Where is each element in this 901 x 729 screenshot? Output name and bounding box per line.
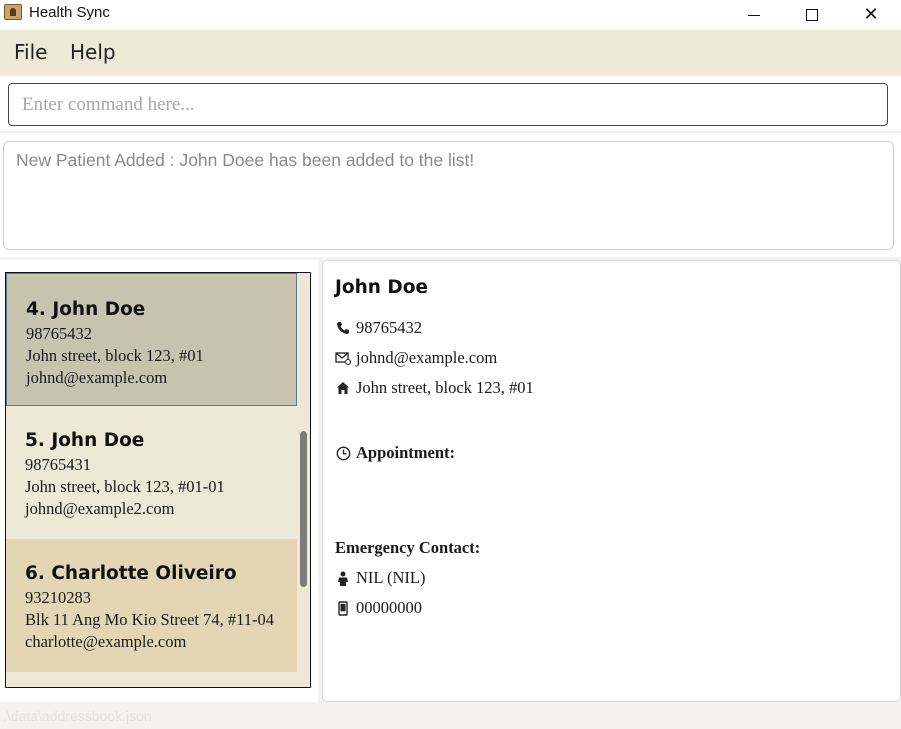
list-scrollbar[interactable]	[300, 431, 307, 587]
patient-card-email: johnd@example.com	[26, 368, 168, 387]
title-bar: Health Sync ✕	[0, 0, 901, 30]
detail-email: johnd@example.com	[356, 348, 498, 367]
patient-card-address: Blk 11 Ang Mo Kio Street 74, #11-04	[25, 610, 275, 629]
patient-card-address: John street, block 123, #01-01	[25, 477, 225, 496]
mobile-icon	[335, 600, 351, 616]
maximize-button[interactable]	[783, 0, 841, 30]
patient-list-panel: 4. John Doe 98765432 John street, block …	[0, 260, 318, 702]
minimize-icon	[748, 14, 760, 16]
patient-card-name: 5. John Doe	[25, 430, 145, 451]
patient-card[interactable]: 4. John Doe 98765432 John street, block …	[6, 273, 297, 406]
patient-card-email: johnd@example2.com	[25, 499, 175, 518]
email-icon	[335, 350, 351, 366]
patient-card[interactable]: 5. John Doe 98765431 John street, block …	[6, 406, 297, 539]
patient-list[interactable]: 4. John Doe 98765432 John street, block …	[5, 272, 311, 688]
detail-appointment-row: Appointment:	[335, 443, 455, 463]
window-title: Health Sync	[29, 4, 110, 21]
patient-card-name: 6. Charlotte Oliveiro	[25, 563, 237, 584]
app-icon	[4, 4, 22, 20]
detail-patient-name: John Doe	[335, 277, 428, 298]
phone-icon	[335, 320, 351, 336]
person-icon	[335, 570, 351, 586]
emergency-phone-row: 00000000	[335, 598, 422, 618]
save-location: .\data\addressbook.json	[3, 708, 152, 724]
emergency-phone: 00000000	[356, 598, 422, 617]
detail-phone: 98765432	[356, 318, 422, 337]
detail-phone-row: 98765432	[335, 318, 422, 338]
clock-icon	[335, 445, 351, 461]
emergency-name-row: NIL (NIL)	[335, 568, 425, 588]
patient-card-phone: 93210283	[25, 588, 91, 607]
command-box	[0, 77, 901, 131]
patient-card-phone: 98765431	[25, 455, 91, 474]
menu-help[interactable]: Help	[70, 40, 116, 64]
result-display[interactable]: New Patient Added : John Doee has been a…	[3, 141, 894, 250]
patient-card[interactable]: 6. Charlotte Oliveiro 93210283 Blk 11 An…	[6, 539, 297, 672]
patient-card-phone: 98765432	[26, 324, 92, 343]
detail-address-row: John street, block 123, #01	[335, 378, 534, 398]
patient-card-email: charlotte@example.com	[25, 632, 187, 651]
status-bar: .\data\addressbook.json	[0, 704, 901, 729]
menu-bar: File Help	[0, 30, 901, 75]
emergency-contact-label: Emergency Contact:	[335, 538, 481, 557]
detail-email-row: johnd@example.com	[335, 348, 497, 368]
patient-card-name: 4. John Doe	[26, 299, 146, 320]
patient-detail-panel: John Doe 98765432 johnd@example.com John…	[322, 260, 901, 702]
detail-address: John street, block 123, #01	[356, 378, 534, 397]
result-display-container: New Patient Added : John Doee has been a…	[0, 133, 901, 257]
menu-file[interactable]: File	[14, 40, 47, 64]
close-button[interactable]: ✕	[842, 0, 900, 30]
command-input[interactable]	[8, 83, 888, 126]
home-icon	[335, 380, 351, 396]
close-icon: ✕	[863, 4, 879, 25]
maximize-icon	[806, 9, 818, 21]
minimize-button[interactable]	[725, 0, 783, 30]
patient-card-address: John street, block 123, #01	[26, 346, 204, 365]
patient-card-partial[interactable]	[6, 672, 297, 687]
emergency-name: NIL (NIL)	[356, 568, 426, 587]
appointment-label: Appointment:	[356, 443, 456, 462]
